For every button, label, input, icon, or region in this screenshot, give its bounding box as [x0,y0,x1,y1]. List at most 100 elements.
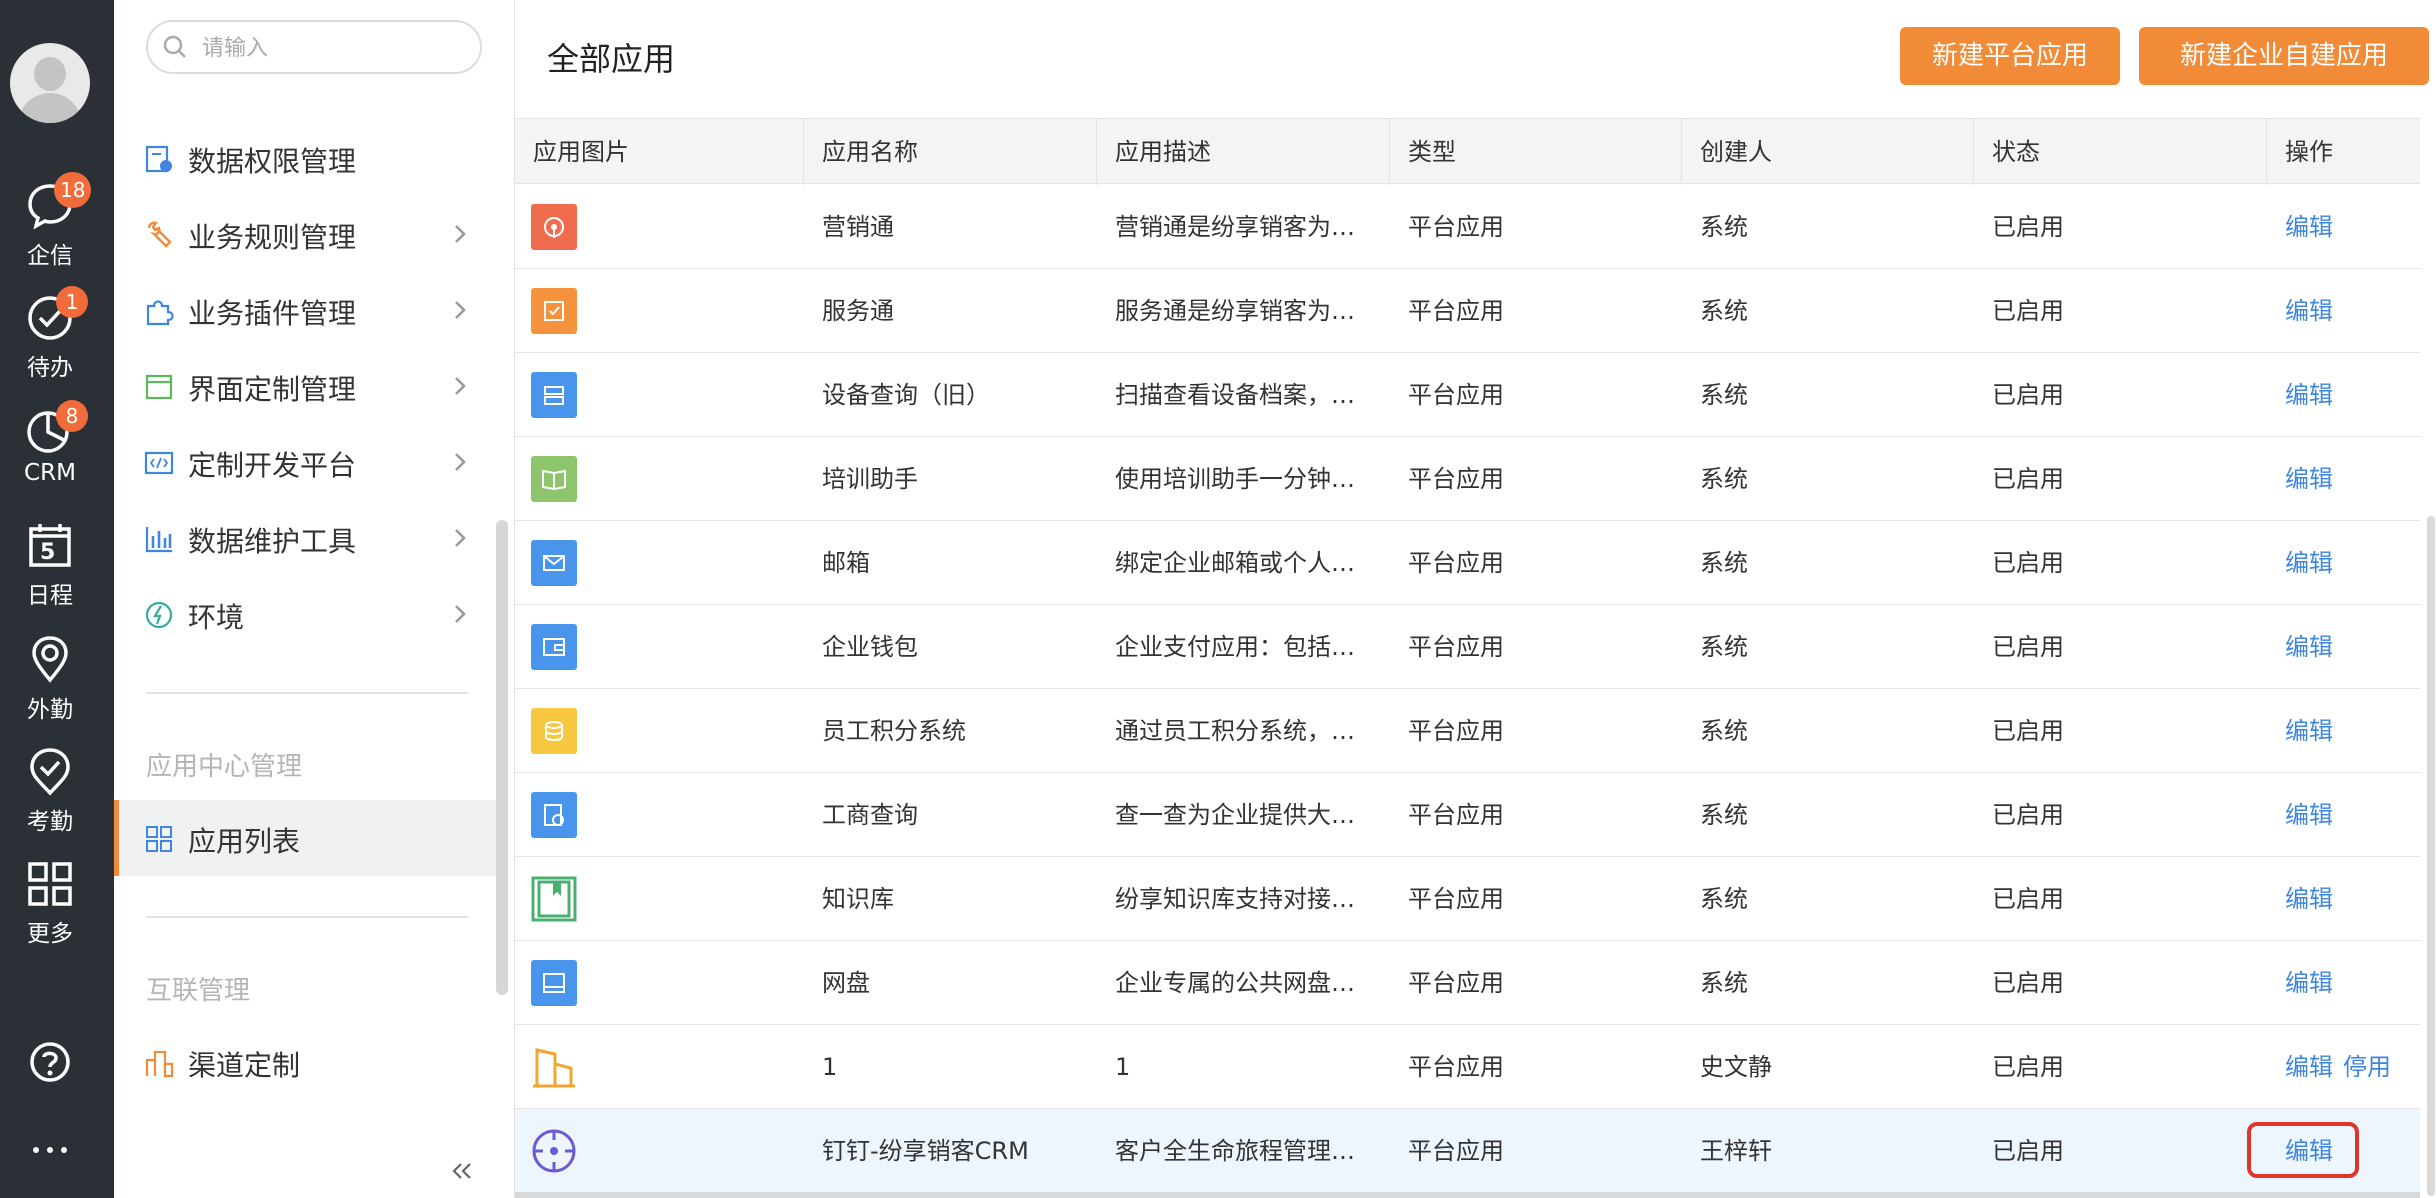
device-icon [531,372,577,418]
app-name-cell: 企业钱包 [822,633,918,661]
table-row[interactable]: 网盘 企业专属的公共网盘… 平台应用 系统 已启用 编辑 [515,941,2420,1025]
table-row[interactable]: 钉钉-纷享销客CRM 客户全生命旅程管理… 平台应用 王梓轩 已启用 编辑 [515,1109,2420,1193]
app-image-cell [515,269,804,353]
rail-item-calendar[interactable]: 5 日程 [0,520,100,620]
group-title-app-center: 应用中心管理 [146,752,303,782]
app-status-cell: 已启用 [1992,885,2064,913]
edit-link[interactable]: 编辑 [2285,801,2333,829]
main-scrollbar[interactable] [2427,516,2435,1196]
app-type-cell: 平台应用 [1408,297,1504,325]
menu-item-data-permission[interactable]: 数据权限管理 [114,120,500,196]
edit-link[interactable]: 编辑 [2285,717,2333,745]
app-status-cell: 已启用 [1992,717,2064,745]
rail-item-field[interactable]: 外勤 [0,634,100,734]
app-name-cell: 1 [822,1053,838,1081]
rail-item-qixin[interactable]: 18 企信 [0,172,100,280]
app-name-cell: 工商查询 [822,801,918,829]
app-status-cell: 已启用 [1992,549,2064,577]
new-platform-app-button[interactable]: 新建平台应用 [1900,27,2120,85]
menu-label: 界面定制管理 [188,373,357,406]
table-row[interactable]: 企业钱包 企业支付应用：包括… 平台应用 系统 已启用 编辑 [515,605,2420,689]
app-creator-cell: 系统 [1700,885,1748,913]
menu-item-data-tools[interactable]: 数据维护工具 [114,500,500,576]
horizontal-scrollbar[interactable] [515,1192,2420,1198]
column-header: 创建人 [1682,119,1974,185]
table-row[interactable]: 培训助手 使用培训助手一分钟… 平台应用 系统 已启用 编辑 [515,437,2420,521]
menu-item-dev-platform[interactable]: 定制开发平台 [114,424,500,500]
new-enterprise-app-button[interactable]: 新建企业自建应用 [2139,27,2429,85]
app-creator-cell: 系统 [1700,297,1748,325]
edit-link[interactable]: 编辑 [2285,297,2333,325]
puzzle-icon [146,300,174,326]
rail-label: 考勤 [27,809,73,835]
ellipsis-icon[interactable] [24,1124,76,1176]
search-box[interactable] [146,20,482,74]
chevron-right-icon [455,605,466,623]
menu-scrollbar[interactable] [496,520,508,995]
edit-link[interactable]: 编辑 [2285,885,2333,913]
app-name-cell: 网盘 [822,969,870,997]
badge-count: 8 [56,400,88,432]
edit-link[interactable]: 编辑 [2285,969,2333,997]
actions-cell: 编辑 [2267,773,2420,857]
table-row[interactable]: 设备查询（旧） 扫描查看设备档案，… 平台应用 系统 已启用 编辑 [515,353,2420,437]
edit-link[interactable]: 编辑 [2285,549,2333,577]
avatar[interactable] [10,43,90,123]
menu-item-ui-custom[interactable]: 界面定制管理 [114,348,500,424]
menu-item-environment[interactable]: 环境 [114,576,500,652]
edit-link[interactable]: 编辑 [2285,465,2333,493]
rail-item-todo[interactable]: 1 待办 [0,286,100,392]
app-type-cell: 平台应用 [1408,1137,1504,1165]
edit-link[interactable]: 编辑 [2285,633,2333,661]
left-rail: 18 企信 1 待办 8 CRM 5 日程 外勤 考勤 更多 [0,0,114,1198]
app-desc-cell: 查一查为企业提供大… [1115,801,1355,829]
edit-link[interactable]: 编辑 [2285,1053,2333,1081]
rail-item-attendance[interactable]: 考勤 [0,746,100,846]
chevron-right-icon [455,225,466,243]
app-image-cell [515,353,804,437]
disable-link[interactable]: 停用 [2343,1053,2391,1081]
rail-item-more[interactable]: 更多 [0,858,100,958]
app-desc-cell: 企业支付应用：包括… [1115,633,1355,661]
menu-item-channel[interactable]: 渠道定制 [114,1024,500,1100]
window-icon [145,374,173,400]
app-desc-cell: 通过员工积分系统，… [1115,717,1355,745]
app-name-cell: 知识库 [822,885,894,913]
badge-count: 1 [56,286,88,318]
app-status-cell: 已启用 [1992,633,2064,661]
table-row[interactable]: 1 1 平台应用 史文静 已启用 编辑 停用 [515,1025,2420,1109]
menu-item-business-plugins[interactable]: 业务插件管理 [114,272,500,348]
actions-cell: 编辑 [2267,857,2420,941]
app-name-cell: 服务通 [822,297,894,325]
app-desc-cell: 营销通是纷享销客为… [1115,213,1355,241]
app-name-cell: 营销通 [822,213,894,241]
menu-item-business-rules[interactable]: 业务规则管理 [114,196,500,272]
help-icon[interactable] [24,1036,76,1088]
edit-link[interactable]: 编辑 [2285,381,2333,409]
collapse-icon[interactable] [448,1156,476,1186]
edit-link[interactable]: 编辑 [2285,213,2333,241]
location-pin-icon [32,636,68,683]
table-row[interactable]: 服务通 服务通是纷享销客为… 平台应用 系统 已启用 编辑 [515,269,2420,353]
bar-chart-icon [145,527,172,553]
code-icon [144,451,174,475]
rail-item-crm[interactable]: 8 CRM [0,400,100,504]
table-row[interactable]: 营销通 营销通是纷享销客为… 平台应用 系统 已启用 编辑 [515,185,2420,269]
actions-cell: 编辑 [2267,941,2420,1025]
table-row[interactable]: 知识库 纷享知识库支持对接… 平台应用 系统 已启用 编辑 [515,857,2420,941]
app-type-cell: 平台应用 [1408,1053,1504,1081]
table-row[interactable]: 邮箱 绑定企业邮箱或个人… 平台应用 系统 已启用 编辑 [515,521,2420,605]
app-image-cell [515,773,804,857]
app-creator-cell: 系统 [1700,633,1748,661]
book-icon [531,456,577,502]
table-row[interactable]: 工商查询 查一查为企业提供大… 平台应用 系统 已启用 编辑 [515,773,2420,857]
table-row[interactable]: 员工积分系统 通过员工积分系统，… 平台应用 系统 已启用 编辑 [515,689,2420,773]
app-desc-cell: 服务通是纷享销客为… [1115,297,1355,325]
service-icon [531,288,577,334]
actions-cell: 编辑 停用 [2267,1025,2420,1109]
menu-item-app-list[interactable]: 应用列表 [114,800,500,876]
search-input[interactable] [202,30,472,66]
table-header: 应用图片 应用名称 应用描述 类型 创建人 状态 操作 [515,118,2420,185]
app-image-cell [515,605,804,689]
app-type-cell: 平台应用 [1408,717,1504,745]
